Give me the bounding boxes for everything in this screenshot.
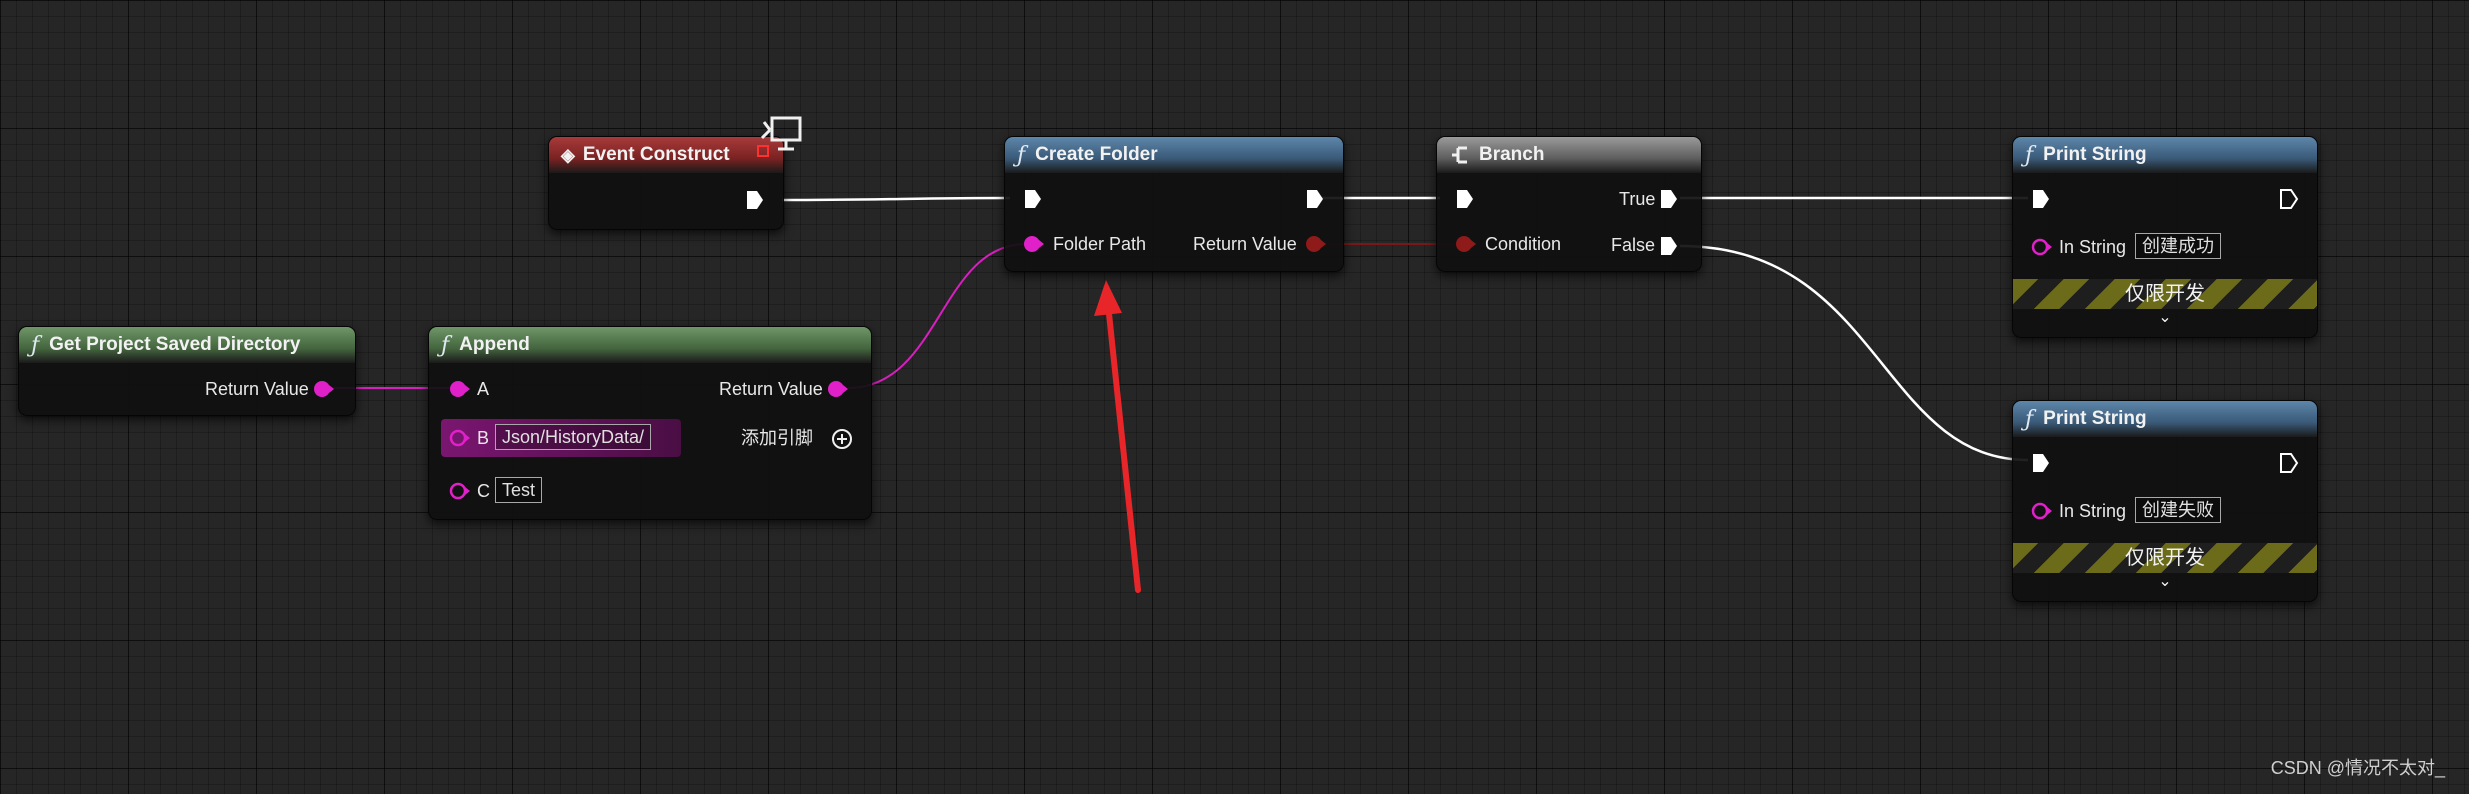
string-wire-append-to-create [847,243,1027,389]
get-dir-header[interactable]: ƒ Get Project Saved Directory [19,327,355,363]
function-icon: ƒ [2025,406,2034,432]
annotation-arrow [1094,280,1141,593]
exec-false-pin[interactable] [1659,235,1679,257]
event-diamond-icon: ◈ [561,144,575,165]
function-icon: ƒ [441,332,450,358]
exec-out-pin[interactable] [1305,188,1325,210]
exec-in-pin[interactable] [2031,452,2051,474]
function-icon: ƒ [1017,142,1026,168]
string-in-pin-c[interactable] [449,482,471,500]
bool-in-pin[interactable] [1455,235,1477,253]
create-folder-node[interactable]: ƒ Create Folder Folder Path Return Value [1004,136,1344,272]
string-in-pin[interactable] [2031,502,2053,520]
print-string-title: Print String [2043,144,2147,165]
event-construct-header[interactable]: ◈ Event Construct [549,137,783,173]
pin-a-label: A [477,379,490,399]
expand-chevron-icon[interactable]: ⌄ [2013,307,2317,327]
branch-header[interactable]: Branch [1437,137,1701,173]
print-string-header[interactable]: ƒ Print String [2013,401,2317,437]
add-pin-icon[interactable] [831,428,853,450]
true-label: True [1619,189,1656,209]
false-label: False [1611,235,1656,255]
print-string-header[interactable]: ƒ Print String [2013,137,2317,173]
function-icon: ƒ [2025,142,2034,168]
exec-in-pin[interactable] [1455,188,1475,210]
string-in-pin[interactable] [1023,235,1045,253]
exec-wire-false-to-print [1679,244,2029,462]
get-project-saved-directory-node[interactable]: ƒ Get Project Saved Directory Return Val… [18,326,356,416]
pin-b-label: B [477,428,490,448]
expand-chevron-icon[interactable]: ⌄ [2013,571,2317,591]
bool-out-pin[interactable] [1305,235,1327,253]
event-construct-title: Event Construct [582,144,730,165]
append-header[interactable]: ƒ Append [429,327,871,363]
exec-in-pin[interactable] [2031,188,2051,210]
exec-out-pin[interactable] [2279,452,2299,474]
folder-path-label: Folder Path [1053,234,1147,254]
print-string-title: Print String [2043,408,2147,429]
branch-icon [1452,146,1467,164]
pin-c-input[interactable]: Test [495,477,543,503]
branch-node[interactable]: Branch True Condition False [1436,136,1702,272]
get-dir-title: Get Project Saved Directory [49,334,301,355]
pin-c-label: C [477,481,490,501]
return-value-label: Return Value [205,379,309,399]
exec-wire-event-to-create [781,196,1011,202]
monitor-icon [760,116,802,151]
string-in-pin-b[interactable] [449,429,471,447]
wire-layer [330,196,2029,593]
in-string-input[interactable]: 创建失败 [2135,497,2221,523]
return-value-label: Return Value [1193,234,1297,254]
function-icon: ƒ [31,332,40,358]
append-title: Append [459,334,530,355]
return-value-label: Return Value [719,379,823,399]
add-pin-label[interactable]: 添加引脚 [741,427,813,449]
string-in-pin[interactable] [2031,238,2053,256]
development-only-label: 仅限开发 [2125,547,2205,569]
create-folder-title: Create Folder [1035,144,1158,165]
condition-label: Condition [1485,234,1562,254]
exec-out-pin[interactable] [2279,188,2299,210]
in-string-label: In String [2059,237,2127,257]
string-in-pin-a[interactable] [449,380,471,398]
development-only-label: 仅限开发 [2125,283,2205,305]
create-folder-header[interactable]: ƒ Create Folder [1005,137,1343,173]
in-string-label: In String [2059,501,2127,521]
pin-b-input[interactable]: Json/HistoryData/ [495,424,652,450]
string-out-pin[interactable] [313,380,335,398]
in-string-input[interactable]: 创建成功 [2135,233,2221,259]
exec-out-pin[interactable] [745,189,765,211]
branch-title: Branch [1479,144,1545,165]
append-node[interactable]: ƒ Append A Return Value B Json/HistoryDa… [428,326,872,520]
print-string-fail-node[interactable]: ƒ Print String In String 创建失败 仅限开发 ⌄ [2012,400,2318,602]
string-out-pin[interactable] [827,380,849,398]
event-construct-node[interactable]: ◈ Event Construct [548,136,784,230]
watermark: CSDN @情况不太对_ [2270,758,2445,778]
exec-true-pin[interactable] [1659,188,1679,210]
exec-in-pin[interactable] [1023,188,1043,210]
print-string-success-node[interactable]: ƒ Print String In String 创建成功 仅限开发 ⌄ [2012,136,2318,338]
